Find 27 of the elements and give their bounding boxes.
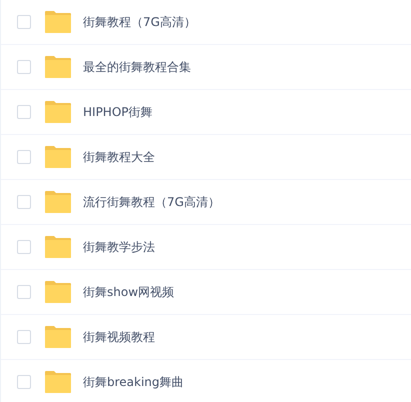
folder-name[interactable]: 街舞视频教程 xyxy=(83,328,155,346)
checkbox[interactable] xyxy=(17,105,31,119)
folder-icon xyxy=(45,191,71,213)
folder-name[interactable]: 街舞教学步法 xyxy=(83,238,155,256)
folder-name[interactable]: 街舞教程大全 xyxy=(83,148,155,166)
checkbox[interactable] xyxy=(17,60,31,74)
folder-name[interactable]: 街舞breaking舞曲 xyxy=(83,374,184,390)
folder-name[interactable]: HIPHOP街舞 xyxy=(83,104,153,120)
folder-icon xyxy=(45,101,71,123)
checkbox[interactable] xyxy=(17,150,31,164)
folder-name[interactable]: 街舞教程（7G高清） xyxy=(83,14,196,30)
checkbox[interactable] xyxy=(17,15,31,29)
folder-name[interactable]: 街舞show网视频 xyxy=(83,284,174,300)
folder-icon xyxy=(45,281,71,303)
folder-name[interactable]: 最全的街舞教程合集 xyxy=(83,58,191,76)
checkbox[interactable] xyxy=(17,375,31,389)
folder-icon xyxy=(45,146,71,168)
checkbox[interactable] xyxy=(17,330,31,344)
folder-icon xyxy=(45,371,71,393)
folder-icon xyxy=(45,236,71,258)
folder-icon xyxy=(45,11,71,33)
checkbox[interactable] xyxy=(17,240,31,254)
folder-name[interactable]: 流行街舞教程（7G高清） xyxy=(83,194,220,210)
checkbox[interactable] xyxy=(17,195,31,209)
folder-icon xyxy=(45,56,71,78)
checkbox[interactable] xyxy=(17,285,31,299)
folder-icon xyxy=(45,326,71,348)
